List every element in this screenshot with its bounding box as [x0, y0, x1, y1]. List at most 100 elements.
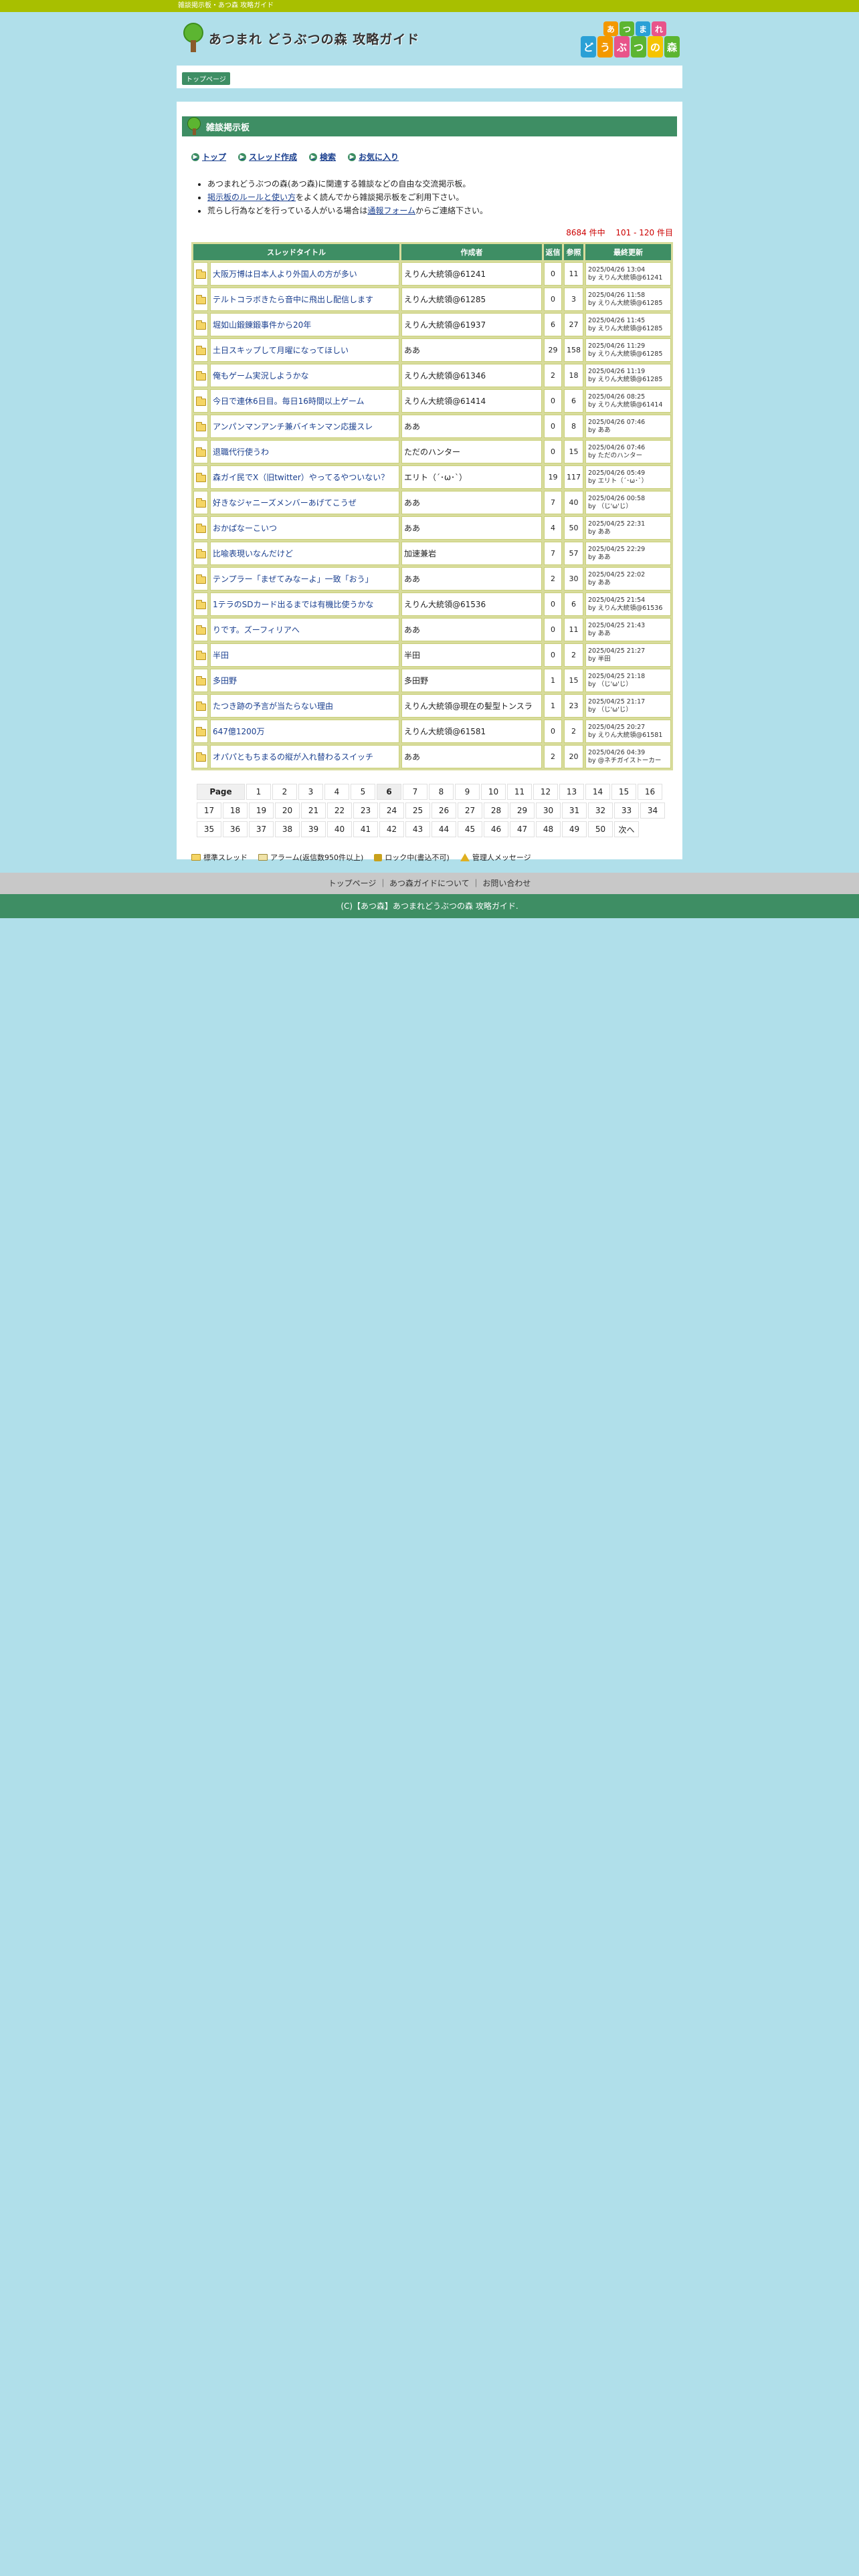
- page-link[interactable]: 32: [588, 802, 613, 819]
- thread-title-link[interactable]: 退職代行使うわ: [213, 447, 269, 457]
- page-link[interactable]: 2: [272, 784, 297, 800]
- site-title[interactable]: あつまれ どうぶつの森 攻略ガイド: [209, 29, 419, 47]
- page-link[interactable]: 43: [405, 821, 430, 837]
- updated-date: 2025/04/26 04:39: [588, 748, 646, 756]
- page-link[interactable]: 41: [353, 821, 378, 837]
- page-link[interactable]: 28: [484, 802, 508, 819]
- thread-title-link[interactable]: 1テラのSDカード出るまでは有機比使うかな: [213, 600, 374, 609]
- thread-title-link[interactable]: 土日スキップして月曜になってほしい: [213, 346, 349, 355]
- page-link[interactable]: 26: [432, 802, 456, 819]
- folder-icon: [195, 574, 206, 584]
- thread-title-link[interactable]: 俺もゲーム実況しようかな: [213, 371, 309, 381]
- thread-replies: 29: [544, 338, 562, 362]
- next-page-link[interactable]: 次へ: [614, 821, 639, 837]
- tree-icon: [182, 23, 205, 53]
- nav-create-thread-link[interactable]: ▶ スレッド作成: [238, 151, 297, 163]
- thread-title-link[interactable]: 半田: [213, 651, 229, 660]
- page-link[interactable]: 12: [533, 784, 558, 800]
- thread-replies: 0: [544, 643, 562, 667]
- thread-title-link[interactable]: 647億1200万: [213, 727, 264, 736]
- page-link[interactable]: 44: [432, 821, 456, 837]
- page-link[interactable]: 18: [223, 802, 248, 819]
- page-link[interactable]: 10: [481, 784, 506, 800]
- page-link[interactable]: 4: [324, 784, 349, 800]
- page-link[interactable]: 20: [275, 802, 300, 819]
- page-link[interactable]: 33: [614, 802, 639, 819]
- thread-author: 多田野: [401, 669, 542, 692]
- thread-author: えりん大統領@61937: [401, 313, 542, 336]
- page-link[interactable]: 38: [275, 821, 300, 837]
- thread-last-updated: 2025/04/25 21:54 by えりん大統領@61536: [585, 593, 671, 616]
- page-link[interactable]: 34: [640, 802, 665, 819]
- page-link[interactable]: 3: [298, 784, 323, 800]
- thread-title-link[interactable]: りです。ズーフィリアへ: [213, 625, 300, 635]
- page-link[interactable]: 19: [249, 802, 274, 819]
- thread-title-link[interactable]: 比喩表現いなんだけど: [213, 549, 293, 558]
- folder-icon: [195, 548, 206, 558]
- page-link[interactable]: 6: [377, 784, 401, 800]
- page-link[interactable]: 40: [327, 821, 352, 837]
- thread-title-link[interactable]: 今日で連休6日目。毎日16時間以上ゲーム: [213, 397, 365, 406]
- thread-replies: 0: [544, 415, 562, 438]
- thread-title-link[interactable]: 好きなジャニーズメンバーあげてこうぜ: [213, 498, 357, 508]
- page-link[interactable]: 22: [327, 802, 352, 819]
- thread-title-link[interactable]: テルトコラボきたら音中に飛出し配信します: [213, 295, 373, 304]
- breadcrumb-top-link[interactable]: トップページ: [182, 72, 230, 85]
- page-link[interactable]: 46: [484, 821, 508, 837]
- page-link[interactable]: 16: [638, 784, 662, 800]
- thread-title-link[interactable]: おかぱなーこいつ: [213, 524, 277, 533]
- folder-icon: [195, 472, 206, 482]
- page-link[interactable]: 36: [223, 821, 248, 837]
- page-link[interactable]: 48: [536, 821, 561, 837]
- page-link[interactable]: 47: [510, 821, 535, 837]
- page-link[interactable]: 17: [197, 802, 221, 819]
- page-link[interactable]: 14: [585, 784, 610, 800]
- page-link[interactable]: 24: [379, 802, 404, 819]
- page-link[interactable]: 37: [249, 821, 274, 837]
- page-link[interactable]: 45: [458, 821, 482, 837]
- nav-favorites-link[interactable]: ▶ お気に入り: [348, 151, 399, 163]
- thread-title-link[interactable]: 多田野: [213, 676, 237, 685]
- page-link[interactable]: 39: [301, 821, 326, 837]
- page-link[interactable]: 13: [559, 784, 584, 800]
- folder-icon: [195, 625, 206, 635]
- table-row: 今日で連休6日目。毎日16時間以上ゲーム えりん大統領@61414 0 6 2025/0…: [193, 389, 671, 413]
- rules-link[interactable]: 掲示板のルールと使い方: [207, 193, 296, 202]
- page-link[interactable]: 35: [197, 821, 221, 837]
- page-link[interactable]: 29: [510, 802, 535, 819]
- page-link[interactable]: 50: [588, 821, 613, 837]
- thread-title-link[interactable]: アンパンマンアンチ兼バイキンマン応援スレ: [213, 422, 373, 431]
- thread-title-link[interactable]: 大阪万博は日本人より外国人の方が多い: [213, 270, 357, 279]
- section-header: 雑談掲示板: [182, 116, 677, 136]
- updated-by: by ああ: [588, 426, 611, 434]
- thread-title-link[interactable]: 堀如山鍛錬鍛事件から20年: [213, 320, 311, 330]
- thread-title-cell: 土日スキップして月曜になってほしい: [210, 338, 399, 362]
- page-link[interactable]: 7: [403, 784, 427, 800]
- page-link[interactable]: 8: [429, 784, 454, 800]
- thread-title-link[interactable]: 森ガイ民でX（旧twitter）やってるやついない？: [213, 473, 389, 482]
- site-logo[interactable]: あつまれ どうぶつの森 攻略ガイド: [182, 23, 419, 53]
- page-link[interactable]: 25: [405, 802, 430, 819]
- page-link[interactable]: 21: [301, 802, 326, 819]
- page-link[interactable]: 5: [351, 784, 375, 800]
- page-link[interactable]: 11: [507, 784, 532, 800]
- page-link[interactable]: 9: [455, 784, 480, 800]
- folder-icon: [191, 854, 201, 861]
- page-link[interactable]: 30: [536, 802, 561, 819]
- page-link[interactable]: 1: [246, 784, 271, 800]
- thread-title-link[interactable]: オパパともちまるの縦が入れ替わるスイッチ: [213, 752, 373, 762]
- page-link[interactable]: 23: [353, 802, 378, 819]
- thread-title-link[interactable]: たつき跡の予言が当たらない理由: [213, 702, 333, 711]
- nav-search-link[interactable]: ▶ 検索: [309, 151, 336, 163]
- report-form-link[interactable]: 通報フォーム: [367, 206, 415, 215]
- page-link[interactable]: 42: [379, 821, 404, 837]
- thread-title-link[interactable]: テンプラー「まぜてみなーよ」一致「おう」: [213, 574, 373, 584]
- page-link[interactable]: 27: [458, 802, 482, 819]
- footer-links[interactable]: トップページ ｜ あつ森ガイドについて ｜ お問い合わせ: [0, 873, 859, 894]
- badge-letter: ぶ: [614, 36, 630, 58]
- nav-top-link[interactable]: ▶ トップ: [191, 151, 226, 163]
- page-link[interactable]: 31: [562, 802, 587, 819]
- page-link[interactable]: 15: [611, 784, 636, 800]
- thread-icon-cell: [193, 262, 208, 286]
- page-link[interactable]: 49: [562, 821, 587, 837]
